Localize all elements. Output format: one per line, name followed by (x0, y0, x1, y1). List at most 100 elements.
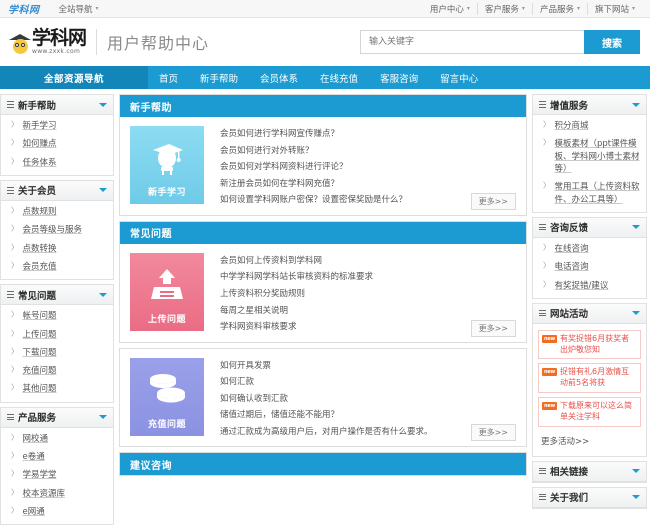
chevron-right-icon: 〉 (543, 138, 551, 148)
sidebar-item-newbie-learning[interactable]: 〉新手学习 (1, 117, 113, 135)
list-icon (539, 467, 546, 475)
sidebar-section-header[interactable]: 相关链接 (533, 461, 646, 482)
sidebar-item-online-consult[interactable]: 〉在线咨询 (533, 240, 646, 258)
more-button[interactable]: 更多>> (470, 424, 516, 442)
sidebar-section-header[interactable]: 新手帮助 (1, 95, 113, 115)
chevron-down-icon[interactable] (99, 415, 107, 420)
chevron-right-icon: 〉 (11, 432, 19, 442)
sidebar-item-other-issues[interactable]: 〉其他问题 (1, 380, 113, 398)
sidebar-item-label: 新手学习 (22, 121, 57, 131)
topbar-item-affiliate-sites[interactable]: 旗下网站 ▾ (586, 2, 642, 15)
tile-label: 充值问题 (147, 419, 186, 430)
tile-recharge-issues[interactable]: 充值问题 (130, 357, 204, 436)
sidebar-item-school-resource-lib[interactable]: 〉校本资源库 (1, 485, 113, 503)
nav-item-support[interactable]: 客服咨询 (369, 66, 429, 89)
brand-logo[interactable]: 学科网 www.zxxk.com (9, 27, 87, 55)
sidebar-item-download-issues[interactable]: 〉下载问题 (1, 344, 113, 362)
list-item[interactable]: 如何开具发票 (220, 358, 516, 375)
list-item[interactable]: 新注册会员如何在学科网充值？ (220, 176, 516, 193)
tile-newbie-learning[interactable]: 新手学习 (130, 126, 204, 204)
nav-item-membership[interactable]: 会员体系 (249, 66, 309, 89)
topbar-item-site-nav[interactable]: 全站导航 ▾ (52, 3, 106, 15)
list-item[interactable]: 中学学科网学科站长审核资料的标准要求 (220, 269, 516, 286)
sidebar-item-bug-bounty[interactable]: 〉有奖捉错/建议 (533, 277, 646, 295)
sidebar-item-task-system[interactable]: 〉任务体系 (1, 154, 113, 172)
list-item[interactable]: 会员如何进行学科网宣传赚点？ (220, 126, 516, 143)
sidebar-section-header[interactable]: 关于会员 (1, 180, 113, 201)
sidebar-item-label: 电话咨询 (554, 262, 589, 273)
sidebar-item-member-recharge[interactable]: 〉会员充值 (1, 258, 113, 276)
nav-item-online-recharge[interactable]: 在线充值 (309, 66, 369, 89)
chevron-down-icon[interactable] (632, 225, 640, 230)
more-button[interactable]: 更多>> (470, 319, 516, 337)
list-item[interactable]: 会员如何对学科网资料进行评论？ (220, 159, 516, 176)
sidebar-item-school-pass[interactable]: 〉网校通 (1, 430, 113, 448)
chevron-down-icon: ▾ (95, 5, 99, 12)
sidebar-section-header[interactable]: 咨询反馈 (533, 217, 646, 238)
chevron-down-icon[interactable] (99, 292, 107, 297)
sidebar-section-header[interactable]: 产品服务 (1, 407, 113, 428)
list-item[interactable]: new 捉错有礼6月激情互动前5名将获 (538, 363, 641, 393)
chevron-down-icon[interactable] (99, 102, 107, 107)
chevron-down-icon[interactable] (99, 188, 107, 193)
topbar-logo[interactable]: 学科网 (8, 1, 40, 16)
list-item[interactable]: new 有奖捉错6月获奖者出炉敬您知 (538, 329, 641, 360)
nav-all-resources[interactable]: 全部资源导航 (0, 66, 148, 89)
sidebar-item-point-rules[interactable]: 〉点数规则 (1, 203, 113, 221)
sidebar-section-about-us: 关于我们 (532, 486, 647, 509)
chevron-right-icon: 〉 (11, 138, 19, 148)
nav-item-message-center[interactable]: 留言中心 (429, 66, 489, 89)
sidebar-section-header[interactable]: 常见问题 (1, 285, 113, 306)
list-item[interactable]: 储值过期后，储值还能不能用？ (220, 407, 516, 424)
panel-title: 新手帮助 (120, 95, 526, 117)
chevron-right-icon: 〉 (543, 181, 551, 191)
right-sidebar: 增值服务 〉积分商城 〉模板素材（ppt课件模板、学科网小博士素材等） 〉常用工… (532, 94, 647, 509)
search-input[interactable] (360, 30, 584, 54)
sidebar-item-ejuantong[interactable]: 〉 e卷通 (1, 448, 113, 466)
sidebar-item-phone-consult[interactable]: 〉电话咨询 (533, 258, 646, 276)
list-item[interactable]: 上传资料积分奖励规则 (220, 286, 516, 303)
panel-link-list: 会员如何进行学科网宣传赚点？ 会员如何进行对外转账？ 会员如何对学科网资料进行评… (204, 126, 516, 209)
list-item[interactable]: 会员如何上传资料到学科网 (220, 253, 516, 270)
list-item[interactable]: 如何确认收到汇款 (220, 391, 516, 408)
more-activities-link[interactable]: 更多活动>> (533, 431, 646, 453)
more-button[interactable]: 更多>> (470, 192, 516, 210)
new-badge-icon: new (542, 402, 557, 410)
tile-upload-issues[interactable]: 上传问题 (130, 252, 204, 331)
topbar-item-customer-service[interactable]: 客户服务 ▾ (476, 2, 532, 15)
sidebar-item-points-mall[interactable]: 〉积分商城 (533, 117, 646, 135)
sidebar-item-upload-issues[interactable]: 〉上传问题 (1, 326, 113, 344)
chevron-down-icon[interactable] (632, 469, 640, 474)
sidebar-section-header[interactable]: 网站活动 (533, 303, 646, 324)
sidebar-item-member-levels[interactable]: 〉会员等级与服务 (1, 221, 113, 239)
panel-link-list: 会员如何上传资料到学科网 中学学科网学科站长审核资料的标准要求 上传资料积分奖励… (204, 253, 516, 336)
chevron-down-icon[interactable] (632, 495, 640, 500)
sidebar-item-recharge-issues[interactable]: 〉充值问题 (1, 362, 113, 380)
sidebar-section-header[interactable]: 关于我们 (533, 487, 646, 508)
topbar-item-product-service[interactable]: 产品服务 ▾ (531, 2, 587, 15)
sidebar-item-template-assets[interactable]: 〉模板素材（ppt课件模板、学科网小博士素材等） (533, 135, 646, 178)
list-item[interactable]: 每周之星相关说明 (220, 303, 516, 320)
sidebar-item-point-conversion[interactable]: 〉点数转换 (1, 240, 113, 258)
sidebar-item-account-issues[interactable]: 〉帐号问题 (1, 307, 113, 325)
sidebar-item-label: 帐号问题 (22, 311, 57, 322)
chevron-right-icon: 〉 (11, 383, 19, 393)
list-item[interactable]: new 下载原来可以这么简单关注学科 (538, 397, 641, 427)
list-item[interactable]: 会员如何进行对外转账？ (220, 143, 516, 160)
search-button[interactable]: 搜索 (584, 30, 640, 54)
chevron-down-icon[interactable] (632, 311, 640, 316)
nav-item-home[interactable]: 首页 (148, 66, 189, 89)
sidebar-section-header[interactable]: 增值服务 (533, 95, 646, 115)
chevron-right-icon: 〉 (543, 279, 551, 289)
sidebar-item-xueyi-classroom[interactable]: 〉学易学堂 (1, 466, 113, 484)
new-badge-icon: new (542, 334, 557, 343)
chevron-down-icon[interactable] (632, 102, 640, 107)
sidebar-item-common-tools[interactable]: 〉常用工具（上传资料软件、办公工具等） (533, 178, 646, 209)
tile-label: 新手学习 (147, 188, 186, 198)
brand-name: 学科网 (32, 27, 87, 49)
list-item[interactable]: 如何汇款 (220, 374, 516, 391)
topbar-item-user-center[interactable]: 用户中心 ▾ (423, 3, 477, 15)
sidebar-item-how-to-earn[interactable]: 〉如何赚点 (1, 135, 113, 153)
nav-item-newbie-help[interactable]: 新手帮助 (189, 66, 249, 89)
topbar-site-nav-label: 全站导航 (58, 4, 93, 15)
